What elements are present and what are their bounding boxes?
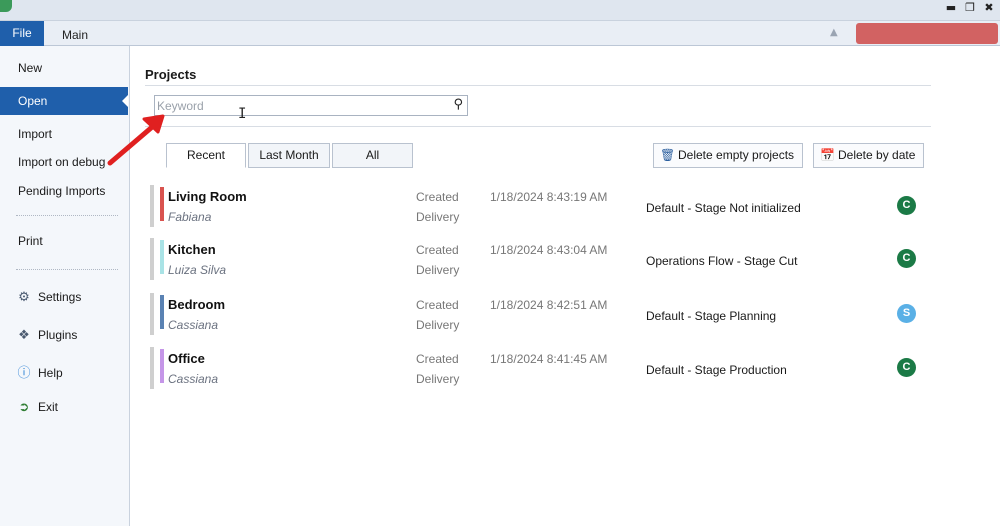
menu-item-plugins[interactable]: ❖ Plugins xyxy=(0,321,128,349)
project-owner: Cassiana xyxy=(168,318,219,332)
delivery-label: Delivery xyxy=(416,318,460,332)
workflow-stage: Default - Stage Not initialized xyxy=(646,201,801,215)
collapse-ribbon-icon[interactable]: ▲ xyxy=(830,27,838,38)
tab-all[interactable]: All xyxy=(332,143,413,168)
restore-icon[interactable]: ❐ xyxy=(963,2,977,14)
row-selector-bar xyxy=(150,185,154,227)
help-icon: ⓘ xyxy=(17,366,31,381)
created-date: 1/18/2024 8:42:51 AM xyxy=(490,298,608,312)
menu-item-print[interactable]: Print xyxy=(0,227,128,255)
menu-item-new[interactable]: New xyxy=(0,54,128,82)
button-label: Delete by date xyxy=(838,148,916,162)
gear-icon: ⚙ xyxy=(18,290,30,305)
menu-divider xyxy=(16,215,118,216)
row-selector-bar xyxy=(150,293,154,335)
project-name: Bedroom xyxy=(168,297,226,312)
calendar-delete-icon: 📅 xyxy=(820,148,835,162)
minimize-icon[interactable]: ▬ xyxy=(944,2,958,14)
close-icon[interactable]: ✖ xyxy=(982,2,996,14)
created-date: 1/18/2024 8:43:19 AM xyxy=(490,190,608,204)
menu-item-label: New xyxy=(18,61,43,75)
exit-icon: ➲ xyxy=(18,400,30,415)
workflow-stage: Default - Stage Planning xyxy=(646,309,777,323)
title-bar: ▬ ❐ ✖ xyxy=(0,0,1000,21)
project-owner: Cassiana xyxy=(168,372,219,386)
projects-panel: Projects ⚲ Recent Last Month All 🗑Delete… xyxy=(130,46,1000,526)
project-color-bar xyxy=(160,240,164,274)
menu-item-pending-imports[interactable]: Pending Imports xyxy=(0,177,128,205)
menu-item-help[interactable]: ⓘ Help xyxy=(0,359,128,387)
menu-item-label: Import on debug xyxy=(18,155,106,169)
project-color-bar xyxy=(160,295,164,329)
status-badge: C xyxy=(897,196,916,215)
menu-item-label: Import xyxy=(18,127,53,141)
divider xyxy=(145,126,931,127)
created-date: 1/18/2024 8:43:04 AM xyxy=(490,243,608,257)
project-color-bar xyxy=(160,349,164,383)
menu-item-label: Print xyxy=(18,234,43,248)
tab-recent[interactable]: Recent xyxy=(166,143,246,168)
menu-item-label: Help xyxy=(38,366,63,380)
status-badge: C xyxy=(897,358,916,377)
menu-item-label: Plugins xyxy=(38,328,78,342)
file-tab[interactable]: File xyxy=(0,21,44,46)
menu-item-settings[interactable]: ⚙ Settings xyxy=(0,283,128,311)
project-name: Office xyxy=(168,351,205,366)
row-selector-bar xyxy=(150,238,154,280)
menu-item-exit[interactable]: ➲ Exit xyxy=(0,393,128,421)
delete-empty-projects-button[interactable]: 🗑 Delete empty projects xyxy=(653,143,804,168)
search-box: ⚲ xyxy=(154,95,468,116)
project-row[interactable]: Living Room Fabiana Created Delivery 1/1… xyxy=(150,185,930,231)
project-row[interactable]: Bedroom Cassiana Created Delivery 1/18/2… xyxy=(150,293,930,339)
workflow-stage: Operations Flow - Stage Cut xyxy=(646,254,798,268)
button-label: Delete empty projects xyxy=(678,148,795,162)
created-label: Created xyxy=(416,190,459,204)
project-owner: Fabiana xyxy=(168,210,212,224)
menu-divider xyxy=(16,269,118,270)
menu-item-label: Exit xyxy=(38,400,59,414)
project-name: Living Room xyxy=(168,189,247,204)
workflow-stage: Default - Stage Production xyxy=(646,363,787,377)
puzzle-icon: ❖ xyxy=(18,328,30,343)
menu-item-label: Settings xyxy=(38,290,82,304)
menu-item-import[interactable]: Import xyxy=(0,120,128,148)
file-backstage-menu: New Open Import Import on debug Pending … xyxy=(0,46,130,526)
ribbon-tab-bar: File Main ▲ xyxy=(0,21,1000,46)
created-label: Created xyxy=(416,243,459,257)
created-label: Created xyxy=(416,352,459,366)
project-row[interactable]: Kitchen Luiza Silva Created Delivery 1/1… xyxy=(150,238,930,284)
search-icon[interactable]: ⚲ xyxy=(453,97,463,112)
created-date: 1/18/2024 8:41:45 AM xyxy=(490,352,608,366)
status-badge: C xyxy=(897,249,916,268)
tab-last-month[interactable]: Last Month xyxy=(248,143,330,168)
delete-document-icon: 🗑 xyxy=(660,148,676,162)
main-tab[interactable]: Main xyxy=(52,21,98,46)
created-label: Created xyxy=(416,298,459,312)
user-account-badge[interactable] xyxy=(856,23,998,44)
text-cursor-icon: I xyxy=(238,106,247,122)
project-owner: Luiza Silva xyxy=(168,263,227,277)
divider xyxy=(145,85,931,86)
search-input[interactable] xyxy=(157,97,441,114)
menu-item-label: Open xyxy=(18,94,48,108)
menu-item-import-on-debug[interactable]: Import on debug xyxy=(0,148,128,176)
project-name: Kitchen xyxy=(168,242,216,257)
menu-item-label: Pending Imports xyxy=(18,184,106,198)
delivery-label: Delivery xyxy=(416,210,460,224)
menu-item-open[interactable]: Open xyxy=(0,87,128,115)
row-selector-bar xyxy=(150,347,154,389)
project-color-bar xyxy=(160,187,164,221)
app-logo-icon xyxy=(0,0,12,12)
status-badge: S xyxy=(897,304,916,323)
delete-by-date-button[interactable]: 📅 Delete by date xyxy=(813,143,925,168)
project-row[interactable]: Office Cassiana Created Delivery 1/18/20… xyxy=(150,347,930,393)
page-title: Projects xyxy=(145,67,197,82)
delivery-label: Delivery xyxy=(416,263,460,277)
delivery-label: Delivery xyxy=(416,372,460,386)
